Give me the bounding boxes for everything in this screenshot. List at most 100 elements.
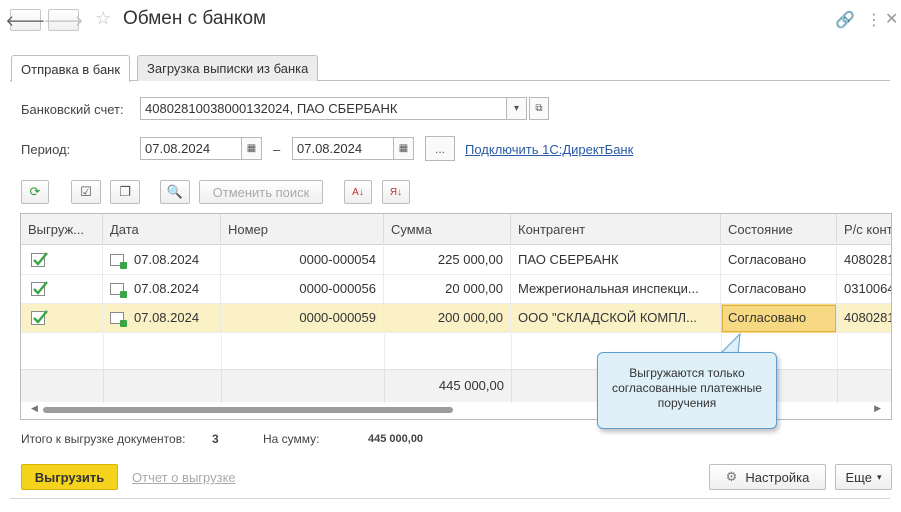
export-button[interactable]: Выгрузить [21,464,118,490]
callout-text: Выгружаются только согласованные платежн… [612,366,762,410]
date-value: 07.08.2024 [134,310,200,325]
uncheck-all-icon: ❐ [119,184,131,199]
tab-label: Отправка в банк [21,61,121,77]
bottom-divider [10,498,890,499]
search-icon: 🔍 [166,184,184,199]
state-cell: Согласовано [721,246,837,275]
chevron-down-icon: ▾ [513,103,520,114]
search-button[interactable]: 🔍 [160,180,190,204]
period-dash: – [273,142,281,157]
date-cell: 07.08.2024 [103,304,221,333]
table-row[interactable]: 07.08.2024 0000-000054 225 000,00 ПАО СБ… [21,246,891,275]
sort-descending-icon: Я↓ [389,186,403,198]
link-icon[interactable]: 🔗 [835,10,855,30]
tab-label: Загрузка выписки из банка [147,61,309,76]
connect-directbank-link[interactable]: Подключить 1С:ДиректБанк [465,142,633,157]
scroll-right-icon[interactable]: ▶ [874,403,881,414]
column-header-date[interactable]: Дата [103,214,221,245]
column-header-export[interactable]: Выгруж... [21,214,103,245]
document-icon [110,312,127,327]
sort-descending-button[interactable]: Я↓ [382,180,410,204]
counterparty-cell: ПАО СБЕРБАНК [511,246,721,275]
account-cell: 0310064 [844,281,892,296]
settings-button[interactable]: ⚙ Настройка [709,464,826,490]
column-header-sum[interactable]: Сумма [384,214,511,245]
export-checkbox[interactable] [31,252,48,267]
sum-cell: 225 000,00 [384,246,511,275]
gear-icon: ⚙ [725,469,738,484]
date-value: 07.08.2024 [134,281,200,296]
tooltip-callout: Выгружаются только согласованные платежн… [597,352,777,429]
refresh-icon: ⟳ [29,184,41,199]
period-to-field[interactable]: 07.08.2024 [292,137,394,160]
column-header-state[interactable]: Состояние [721,214,837,245]
check-all-button[interactable]: ☑ [71,180,101,204]
scroll-left-icon[interactable]: ◀ [31,403,38,414]
account-dropdown-button[interactable]: ▾ [506,97,527,120]
column-header-number[interactable]: Номер [221,214,384,245]
uncheck-all-button[interactable]: ❐ [110,180,140,204]
export-checkbox[interactable] [31,310,48,325]
date-cell: 07.08.2024 [103,246,221,275]
close-icon[interactable]: ✕ [885,9,898,29]
cancel-search-button[interactable]: Отменить поиск [199,180,323,204]
settings-label: Настройка [745,469,810,485]
export-report-link[interactable]: Отчет о выгрузке [132,470,236,485]
date-value: 07.08.2024 [134,252,200,267]
sum-value: 445 000,00 [368,433,424,445]
more-vertical-icon[interactable]: ⋮ [866,10,882,30]
favorite-star-icon[interactable]: ☆ [95,8,111,29]
sort-ascending-icon: A↓ [352,186,364,198]
forward-button[interactable]: 🡒 [43,9,84,31]
more-button[interactable]: Еще ▾ [835,464,892,490]
docs-count-value: 3 [212,432,219,446]
export-checkbox[interactable] [31,281,48,296]
period-select-button[interactable]: ... [425,136,455,161]
export-cell [21,304,103,333]
table-row-selected[interactable]: 07.08.2024 0000-000059 200 000,00 ООО "С… [21,304,891,333]
document-icon [110,254,127,269]
period-from-calendar-button[interactable]: ▦ [241,137,262,160]
counterparty-cell: ООО "СКЛАДСКОЙ КОМПЛ... [511,304,721,333]
account-cell: 4080281 [844,310,892,325]
sort-ascending-button[interactable]: A↓ [344,180,372,204]
document-icon [110,283,127,298]
chevron-down-icon: ▾ [876,471,882,482]
export-cell [21,246,103,275]
docs-count-label: Итого к выгрузке документов: [21,432,186,446]
number-cell: 0000-000054 [221,246,384,275]
column-header-counterparty[interactable]: Контрагент [511,214,721,245]
tab-load-statement[interactable]: Загрузка выписки из банка [137,55,319,81]
date-cell: 07.08.2024 [103,275,221,304]
open-icon: ⧉ [535,103,543,114]
check-all-icon: ☑ [80,184,92,199]
period-to-calendar-button[interactable]: ▦ [393,137,414,160]
account-label: Банковский счет: [21,102,124,117]
table-row[interactable]: 07.08.2024 0000-000056 20 000,00 Межреги… [21,275,891,304]
table-header: Выгруж... Дата Номер Сумма Контрагент Со… [21,214,891,245]
page-title: Обмен с банком [123,8,267,29]
calendar-icon: ▦ [246,143,257,154]
scrollbar-thumb[interactable] [43,407,453,413]
account-open-button[interactable]: ⧉ [529,97,549,120]
account-field[interactable]: 40802810038000132024, ПАО СБЕРБАНК [140,97,507,120]
number-cell: 0000-000056 [221,275,384,304]
total-sum: 445 000,00 [438,378,504,393]
more-label: Еще [845,469,872,485]
number-cell: 0000-000059 [221,304,384,333]
sum-label: На сумму: [263,432,320,446]
period-from-field[interactable]: 07.08.2024 [140,137,242,160]
state-cell: Согласовано [721,275,837,304]
back-button[interactable]: 🡐 [5,9,46,31]
account-cell: 4080281 [844,252,892,267]
calendar-icon: ▦ [398,143,409,154]
state-cell-focused[interactable]: Согласовано [721,304,837,333]
column-header-account[interactable]: Р/с конт [837,214,891,245]
period-label: Период: [21,142,71,157]
export-cell [21,275,103,304]
counterparty-cell: Межрегиональная инспекци... [511,275,721,304]
refresh-button[interactable]: ⟳ [21,180,49,204]
sum-cell: 20 000,00 [384,275,511,304]
sum-cell: 200 000,00 [384,304,511,333]
tab-send-to-bank[interactable]: Отправка в банк [11,55,131,82]
